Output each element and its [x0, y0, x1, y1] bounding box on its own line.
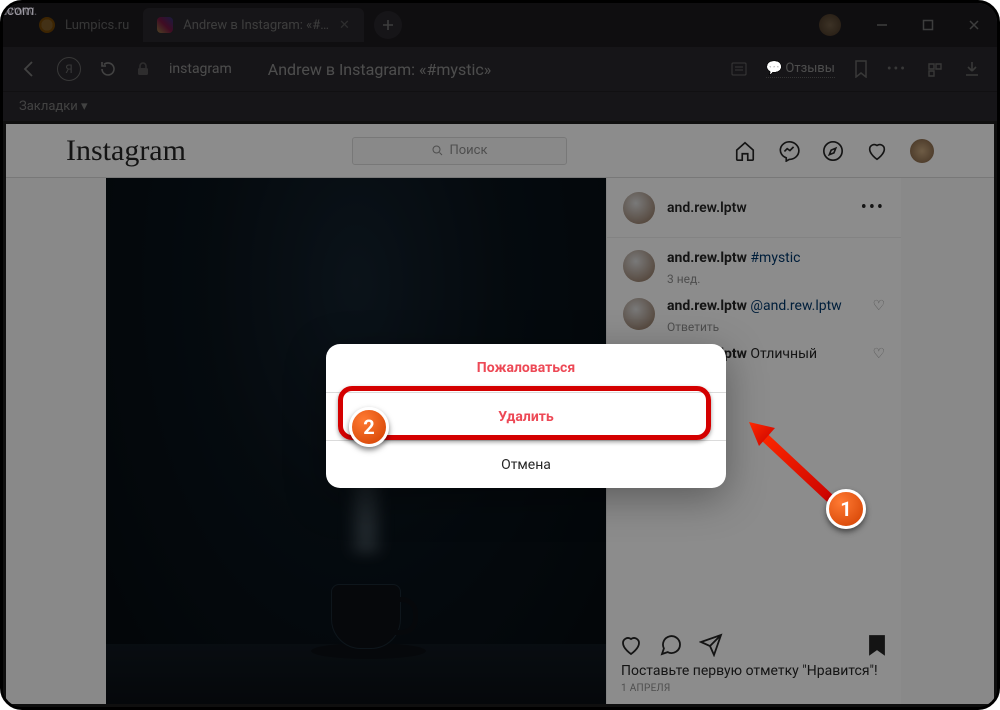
report-button[interactable]: Пожаловаться — [326, 344, 726, 392]
address-bar: Я www. instagram .com Andrew в Instagram… — [3, 47, 997, 91]
cancel-button[interactable]: Отмена — [326, 440, 726, 488]
step-badge-1: 1 — [826, 489, 866, 529]
url-display[interactable]: www. instagram .com — [169, 61, 232, 77]
screenshot-root: Lumpics.ru Andrew в Instagram: «#… ✕ Я w… — [0, 0, 1000, 710]
step-badge-2: 2 — [349, 407, 389, 447]
page-viewport: Instagram Поиск — [6, 124, 994, 704]
